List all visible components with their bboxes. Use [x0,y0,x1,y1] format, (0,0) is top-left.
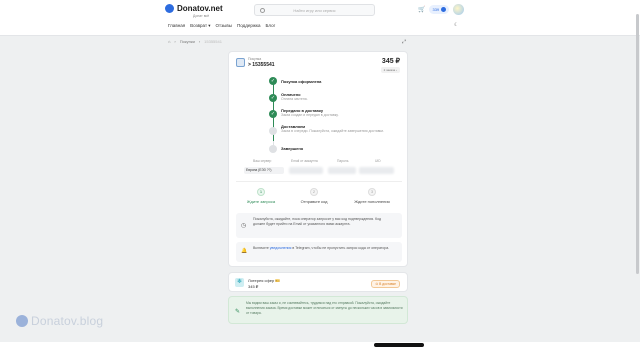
nav-support[interactable]: Поддержка [237,23,260,29]
timeline-desc: Оплата зачтена. [281,97,308,101]
step-indicator: 2 [310,188,318,196]
step-label: Ждите запроса [246,199,276,204]
info-text: Пожалуйста, ожидайте, пока оператор запр… [253,217,382,226]
info-box-notify: 🔔 Включите уведомления в Telegram, чтобы… [236,242,402,262]
clock-icon: ◷ [241,223,247,229]
order-id[interactable]: > 15355541 [248,62,275,68]
check-icon: ✓ [269,77,277,85]
logo[interactable]: Donatov.net Донат всё [165,4,223,18]
check-icon: ✓ [269,110,277,118]
order-count-badge[interactable]: 2 заказа › [380,67,400,73]
item-price: 345 ₽ [248,284,259,289]
notice-text: Мы видим ваш заказ и, не сомневайтесь, т… [246,301,403,315]
pending-dot [269,145,277,153]
info-text-part: Включите [253,246,270,250]
nav-blog[interactable]: Блог [266,23,276,29]
search-icon [260,7,265,13]
snowflake-icon: ❄ [235,278,244,287]
timeline-desc: Заказ в очереди. Пожалуйста, ожидайте за… [281,129,385,133]
cart-icon[interactable]: 🛒 [418,6,425,13]
bottom-bar [0,342,640,347]
notice-box: ✎ Мы видим ваш заказ и, не сомневайтесь,… [228,296,408,324]
item-name: Лотерея сфер 🎫 [248,278,281,283]
email-value [289,167,323,174]
step-indicator: 1 [257,188,265,196]
scrollbar[interactable] [636,14,639,274]
timeline-title: Завершено [281,146,304,151]
plus-icon [441,7,447,12]
watermark-logo-icon [16,315,28,327]
order-item[interactable]: ❄ Лотерея сфер 🎫 345 ₽ ⊙ В доставке [228,272,408,292]
pen-icon: ✎ [235,309,241,315]
nav-home[interactable]: Главная [168,23,185,29]
check-icon: ✓ [269,94,277,102]
avatar[interactable] [453,4,465,15]
server-label: Ваш сервер [253,159,272,163]
password-value [328,167,356,174]
breadcrumb-current: 15355541 [204,39,222,44]
order-icon [236,58,245,67]
email-label: Email от аккаунта [291,159,318,163]
balance-button[interactable]: 339 [429,5,450,14]
server-value: Европа (ЕЭЗ ??) [244,167,284,174]
timeline-title: Покупка оформлена [281,79,322,84]
divider [236,181,402,182]
search-input[interactable]: Найти игру или сервис [254,4,375,16]
logo-tagline: Донат всё [193,14,210,18]
info-text: Включите уведомления в Telegram, чтобы н… [253,246,393,251]
step-label: Отправьте код [300,199,328,204]
nav-reviews[interactable]: Отзывы [216,23,232,29]
timeline-desc: Заказ создан и передан в доставку. [281,113,339,117]
main-nav: Главная Возврат ▾ Отзывы Поддержка Блог [168,23,275,29]
bottom-pill [374,343,424,347]
status-badge: ⊙ В доставке [371,280,400,288]
step-indicator: 3 [368,188,376,196]
password-label: Пароль [337,159,349,163]
info-box-code: ◷ Пожалуйста, ожидайте, пока оператор за… [236,213,402,238]
uid-value [359,167,394,174]
order-price: 345 ₽ [381,58,400,65]
header-actions: 🛒 339 [418,4,465,15]
pending-dot [269,127,277,135]
watermark: Donatov.blog [16,314,103,328]
expand-icon[interactable]: ⤢ [402,39,406,45]
breadcrumb: ⌂ › Покупки › 15355541 [168,39,222,44]
home-icon[interactable]: ⌂ [168,39,170,44]
info-text-part: в Telegram, чтобы не пропустить запрос к… [291,246,390,250]
site-header: Donatov.net Донат всё Найти игру или сер… [0,0,640,36]
notifications-link[interactable]: уведомления [270,246,292,250]
breadcrumb-sep: › [174,39,176,44]
theme-toggle-icon[interactable]: ☾ [454,22,458,28]
uid-label: UID [375,159,381,163]
watermark-text: Donatov.blog [31,314,104,328]
breadcrumb-purchases[interactable]: Покупки [180,39,195,44]
breadcrumb-sep: › [198,39,201,44]
balance-value: 339 [432,7,440,12]
bell-icon: 🔔 [241,248,248,254]
step-label: Ждите пополнения [354,199,390,204]
nav-refund[interactable]: Возврат ▾ [190,23,210,29]
order-card: Покупка > 15355541 345 ₽ 2 заказа › ✓ По… [228,51,408,267]
logo-text: Donatov.net [177,4,223,13]
search-placeholder: Найти игру или сервис [293,7,336,13]
order-label: Покупка [248,57,262,61]
logo-icon [165,4,174,13]
